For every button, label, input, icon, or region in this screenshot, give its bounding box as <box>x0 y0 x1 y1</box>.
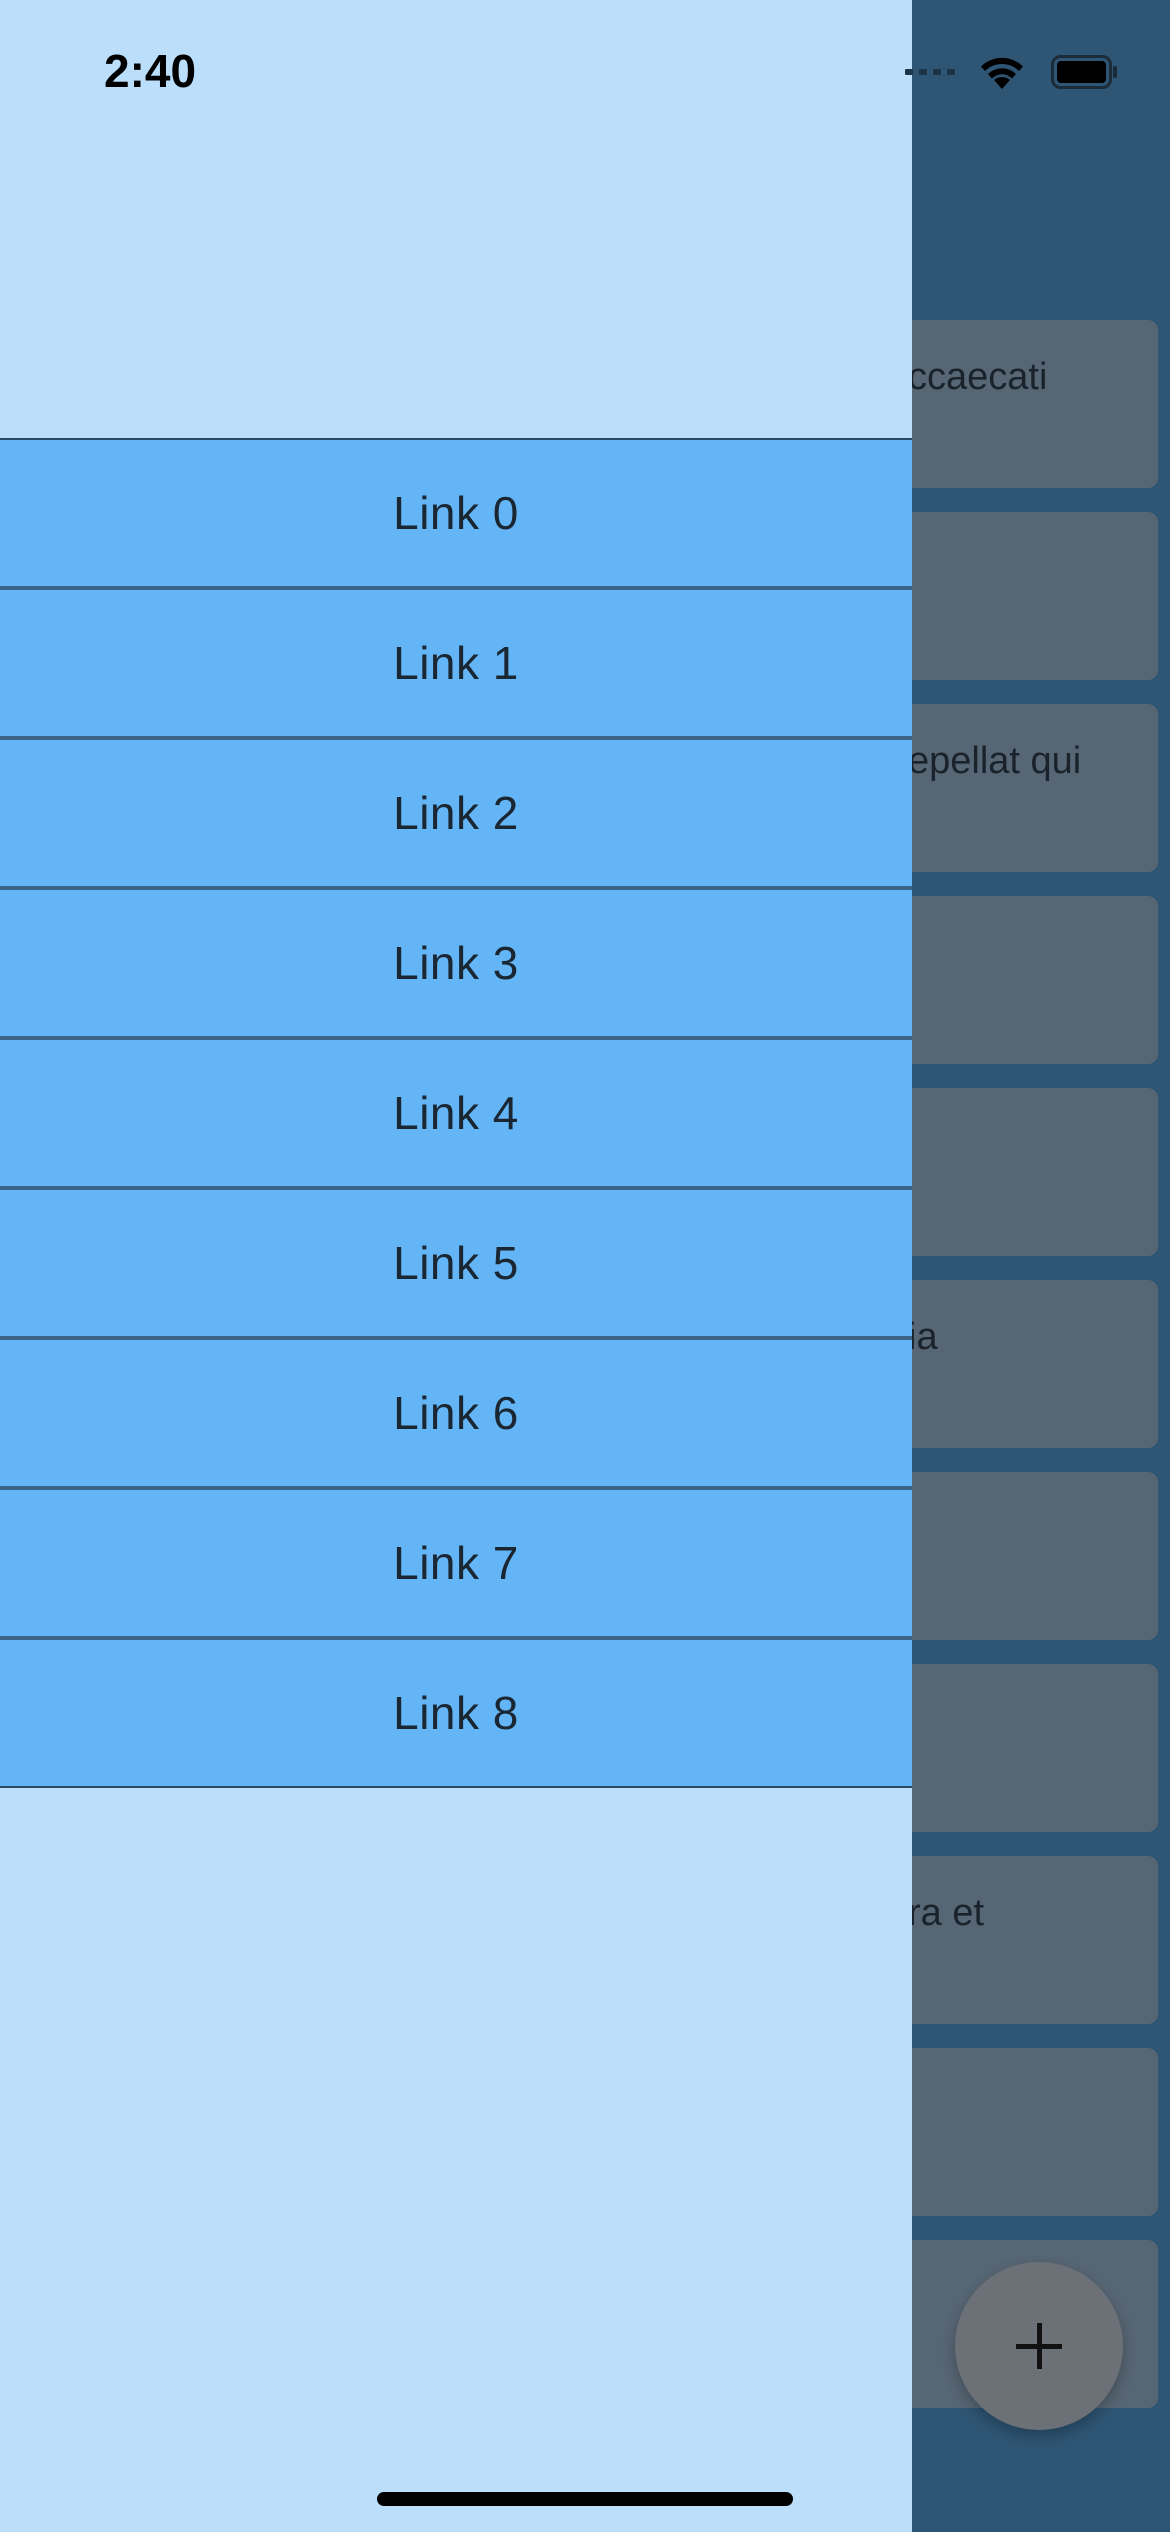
drawer-link-8[interactable]: Link 8 <box>0 1640 912 1788</box>
home-indicator[interactable] <box>377 2492 793 2506</box>
drawer-link-7[interactable]: Link 7 <box>0 1490 912 1640</box>
add-button[interactable] <box>955 2262 1123 2430</box>
drawer-link-3[interactable]: Link 3 <box>0 890 912 1040</box>
drawer-link-2[interactable]: Link 2 <box>0 740 912 890</box>
drawer-link-4[interactable]: Link 4 <box>0 1040 912 1190</box>
navigation-drawer: Link 0 Link 1 Link 2 Link 3 Link 4 Link … <box>0 0 912 2532</box>
drawer-link-6[interactable]: Link 6 <box>0 1340 912 1490</box>
list-item-text: epellat qui <box>908 740 1082 782</box>
drawer-link-1[interactable]: Link 1 <box>0 590 912 740</box>
drawer-link-list: Link 0 Link 1 Link 2 Link 3 Link 4 Link … <box>0 440 912 1788</box>
screen: ccaecati epellat qui ia ra et Link 0 Lin… <box>0 0 1170 2532</box>
list-item-text: ccaecati <box>908 356 1048 398</box>
drawer-link-5[interactable]: Link 5 <box>0 1190 912 1340</box>
cellular-signal-icon <box>905 69 955 75</box>
status-time: 2:40 <box>104 45 197 97</box>
status-icons <box>905 52 1119 92</box>
wifi-icon <box>977 53 1027 91</box>
drawer-link-0[interactable]: Link 0 <box>0 440 912 590</box>
list-item-text: ia <box>908 1316 938 1358</box>
battery-icon <box>1051 55 1119 89</box>
list-item-text: ra et <box>908 1892 985 1934</box>
